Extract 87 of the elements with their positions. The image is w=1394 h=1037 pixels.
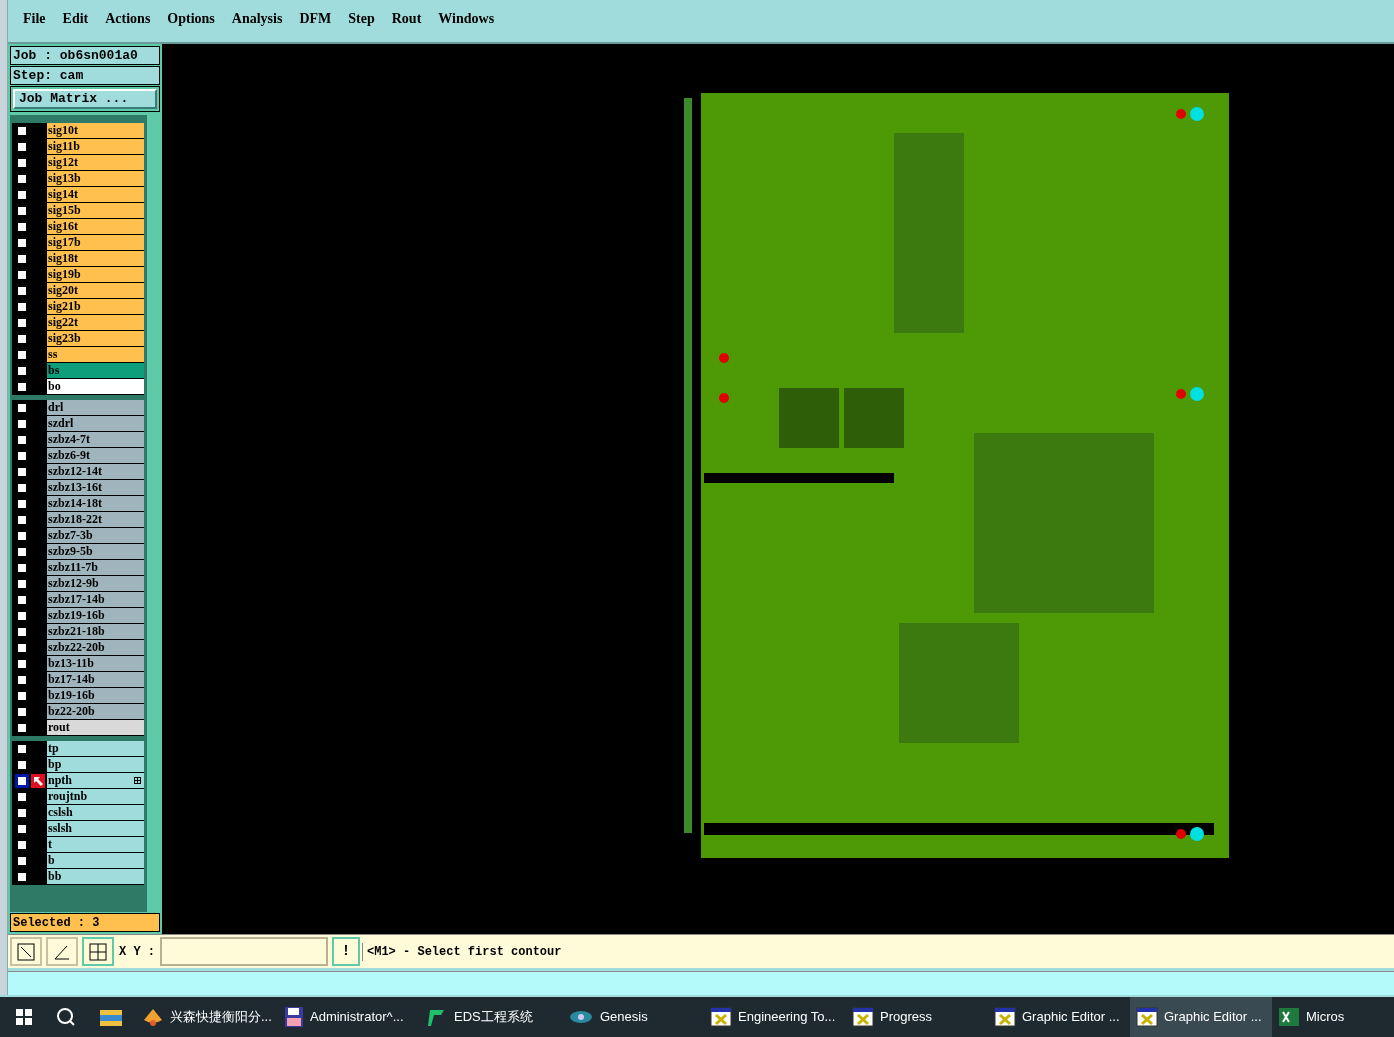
window-icon (710, 1007, 732, 1027)
layer-name[interactable]: szbz21-18b (47, 624, 144, 639)
layer-name[interactable]: szbz9-5b (47, 544, 144, 559)
layer-name[interactable]: szbz11-7b (47, 560, 144, 575)
menu-item[interactable]: Edit (62, 8, 89, 29)
layer-name[interactable]: sig13b (47, 171, 144, 186)
spreadsheet-icon (1278, 1006, 1300, 1028)
layer-name[interactable]: sig15b (47, 203, 144, 218)
layer-name[interactable]: drl (47, 400, 144, 415)
menu-item[interactable]: Actions (105, 8, 151, 29)
layer-name[interactable]: szbz6-9t (47, 448, 144, 463)
layer-name[interactable]: szbz18-22t (47, 512, 144, 527)
layer-name[interactable]: b (47, 853, 144, 868)
layer-name[interactable]: bz22-20b (47, 704, 144, 719)
layer-name[interactable]: bo (47, 379, 144, 394)
job-label: Job : ob6sn001a0 (10, 46, 160, 65)
layer-name[interactable]: cslsh (47, 805, 144, 820)
layer-name[interactable]: roujtnb (47, 789, 144, 804)
layer-name[interactable]: sig18t (47, 251, 144, 266)
layer-name[interactable]: bp (47, 757, 144, 772)
window-icon (1136, 1007, 1158, 1027)
layer-name[interactable]: rout (47, 720, 144, 735)
layer-name[interactable]: szbz12-14t (47, 464, 144, 479)
layer-name[interactable]: szbz17-14b (47, 592, 144, 607)
zoom-diagonal-icon[interactable] (10, 937, 42, 966)
layer-name[interactable]: ss (47, 347, 144, 362)
layer-name[interactable]: sig21b (47, 299, 144, 314)
menu-item[interactable]: Rout (391, 8, 422, 29)
taskbar-item[interactable]: Micros (1272, 997, 1394, 1037)
xy-label: X Y : (118, 943, 156, 961)
taskbar-item[interactable]: Administrator^... (278, 997, 420, 1037)
layer-name[interactable]: szbz13-16t (47, 480, 144, 495)
layer-name[interactable]: szbz7-3b (47, 528, 144, 543)
search-icon[interactable] (56, 1007, 76, 1027)
layer-name[interactable]: sig20t (47, 283, 144, 298)
layer-name[interactable]: sig11b (47, 139, 144, 154)
layer-name[interactable]: sig14t (47, 187, 144, 202)
status-message: <M1> - Select first contour (362, 942, 562, 961)
taskbar-item[interactable]: Genesis (562, 997, 704, 1037)
taskbar-item[interactable]: Engineering To... (704, 997, 846, 1037)
layer-name[interactable]: bz19-16b (47, 688, 144, 703)
xy-input-field[interactable] (160, 937, 328, 966)
folder-icon[interactable] (100, 1008, 122, 1026)
job-matrix-button[interactable]: Job Matrix ... (13, 89, 157, 109)
layer-name[interactable]: sig16t (47, 219, 144, 234)
layer-name[interactable]: sig17b (47, 235, 144, 250)
angle-icon[interactable] (46, 937, 78, 966)
menu-item[interactable]: File (23, 8, 46, 29)
layer-name[interactable]: bz17-14b (47, 672, 144, 687)
layer-name[interactable]: t (47, 837, 144, 852)
layer-name[interactable]: sig19b (47, 267, 144, 282)
step-label: Step: cam (10, 66, 160, 85)
grid-icon[interactable] (82, 937, 114, 966)
layer-name[interactable]: sig12t (47, 155, 144, 170)
taskbar-item[interactable]: Graphic Editor ... (1130, 997, 1272, 1037)
taskbar-item[interactable]: Graphic Editor ... (988, 997, 1130, 1037)
expand-icon (134, 777, 141, 784)
layer-name[interactable]: npth (47, 773, 144, 788)
selected-count: Selected : 3 (10, 913, 160, 932)
arrow-icon (31, 773, 45, 788)
layer-name[interactable]: szbz14-18t (47, 496, 144, 511)
window-icon (994, 1007, 1016, 1027)
layer-name[interactable]: bb (47, 869, 144, 884)
menu-item[interactable]: Analysis (231, 8, 283, 29)
taskbar-item[interactable]: Progress (846, 997, 988, 1037)
windows-start-icon[interactable] (16, 1009, 32, 1025)
alert-button[interactable]: ! (332, 937, 360, 966)
menu-item[interactable]: Options (167, 8, 215, 29)
layer-name[interactable]: szbz12-9b (47, 576, 144, 591)
layer-name[interactable]: szbz4-7t (47, 432, 144, 447)
layer-name[interactable]: bs (47, 363, 144, 378)
layer-name[interactable]: szbz22-20b (47, 640, 144, 655)
layer-name[interactable]: sig22t (47, 315, 144, 330)
taskbar-item[interactable]: 兴森快捷衡阳分... (136, 997, 278, 1037)
layer-name[interactable]: sslsh (47, 821, 144, 836)
layer-name[interactable]: szbz19-16b (47, 608, 144, 623)
taskbar-item[interactable]: EDS工程系统 (420, 997, 562, 1037)
layer-name[interactable]: sig23b (47, 331, 144, 346)
layer-checkbox[interactable] (15, 773, 29, 788)
layer-name[interactable]: szdrl (47, 416, 144, 431)
layer-name[interactable]: tp (47, 741, 144, 756)
layer-name[interactable]: sig10t (47, 123, 144, 138)
window-icon (852, 1007, 874, 1027)
layer-name[interactable]: bz13-11b (47, 656, 144, 671)
menu-item[interactable]: DFM (299, 8, 332, 29)
menu-item[interactable]: Step (348, 8, 375, 29)
menu-item[interactable]: Windows (438, 8, 495, 29)
